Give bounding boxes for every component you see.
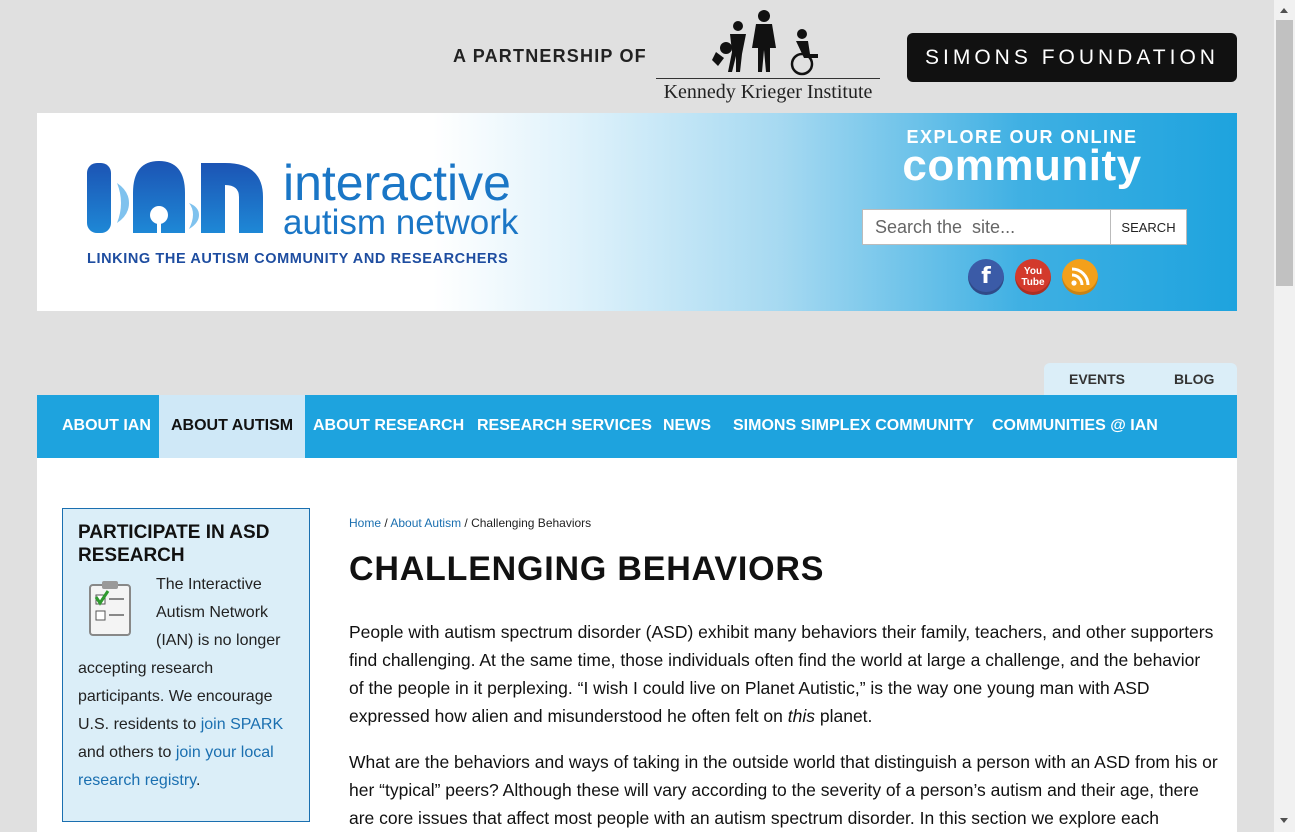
kennedy-krieger-logo[interactable]: Kennedy Krieger Institute xyxy=(656,8,880,106)
breadcrumb-current: Challenging Behaviors xyxy=(471,516,592,530)
participate-text-2: and others to xyxy=(78,744,176,761)
nav-communities-at-ian[interactable]: COMMUNITIES @ IAN xyxy=(992,395,1158,458)
partnership-label: A PARTNERSHIP OF xyxy=(453,46,647,66)
intro-emphasis: this xyxy=(787,706,815,726)
participate-box: PARTICIPATE IN ASD RESEARCH The Interact… xyxy=(62,508,310,822)
nav-about-research[interactable]: ABOUT RESEARCH xyxy=(313,395,464,458)
partnership-bar: A PARTNERSHIP OF Kennedy Krieger Institu… xyxy=(0,0,1274,113)
youtube-icon[interactable]: You Tube xyxy=(1015,259,1051,295)
rss-glyph-icon xyxy=(1071,267,1090,286)
breadcrumb-separator: / xyxy=(461,516,472,530)
main-content: PARTICIPATE IN ASD RESEARCH The Interact… xyxy=(37,458,1237,832)
search-input[interactable] xyxy=(862,209,1111,245)
community-link[interactable]: community xyxy=(862,141,1182,191)
main-nav: ABOUT IAN ABOUT AUTISM ABOUT RESEARCH RE… xyxy=(37,395,1237,458)
nav-about-autism[interactable]: ABOUT AUTISM xyxy=(159,395,306,458)
scroll-down-icon[interactable] xyxy=(1280,818,1288,823)
breadcrumb-home[interactable]: Home xyxy=(349,516,381,530)
site-header-banner: interactive autism network LINKING THE A… xyxy=(37,113,1237,311)
intro-text-end: planet. xyxy=(815,706,873,726)
logo-tagline: LINKING THE AUTISM COMMUNITY AND RESEARC… xyxy=(87,251,509,267)
breadcrumb-separator: / xyxy=(381,516,391,530)
page-title: CHALLENGING BEHAVIORS xyxy=(349,550,825,588)
site-search: SEARCH xyxy=(862,209,1187,245)
join-spark-link[interactable]: join SPARK xyxy=(201,716,283,733)
scroll-thumb[interactable] xyxy=(1276,20,1293,286)
simons-foundation-logo[interactable]: SIMONS FOUNDATION xyxy=(907,33,1237,82)
breadcrumb: Home / About Autism / Challenging Behavi… xyxy=(349,516,591,530)
page-scrollbar[interactable] xyxy=(1274,0,1295,832)
participate-text-3: . xyxy=(195,772,201,789)
events-link[interactable]: EVENTS xyxy=(1069,371,1125,387)
rss-icon[interactable] xyxy=(1062,259,1098,295)
search-button[interactable]: SEARCH xyxy=(1111,209,1187,245)
nav-news[interactable]: NEWS xyxy=(663,395,711,458)
kki-name: Kennedy Krieger Institute xyxy=(656,78,880,104)
ian-logo-mark-icon xyxy=(87,161,263,233)
checklist-icon xyxy=(89,581,131,636)
intro-paragraph: People with autism spectrum disorder (AS… xyxy=(349,618,1219,730)
second-paragraph: What are the behaviors and ways of takin… xyxy=(349,752,1218,828)
nav-about-ian[interactable]: ABOUT IAN xyxy=(62,395,151,458)
breadcrumb-about-autism[interactable]: About Autism xyxy=(390,516,461,530)
facebook-icon[interactable]: f xyxy=(968,259,1004,295)
participate-title: PARTICIPATE IN ASD RESEARCH xyxy=(78,522,270,566)
nav-research-services[interactable]: RESEARCH SERVICES xyxy=(477,395,652,458)
intro-text: People with autism spectrum disorder (AS… xyxy=(349,622,1214,726)
kki-figures-icon xyxy=(712,10,818,76)
nav-simons-simplex-community[interactable]: SIMONS SIMPLEX COMMUNITY xyxy=(733,395,974,458)
participate-text: The Interactive Autism Network (IAN) is … xyxy=(78,571,294,795)
logo-word-autism-network: autism network xyxy=(283,203,519,242)
blog-link[interactable]: BLOG xyxy=(1174,371,1214,387)
secondary-links: EVENTS BLOG xyxy=(1044,363,1237,395)
scroll-up-icon[interactable] xyxy=(1280,8,1288,13)
